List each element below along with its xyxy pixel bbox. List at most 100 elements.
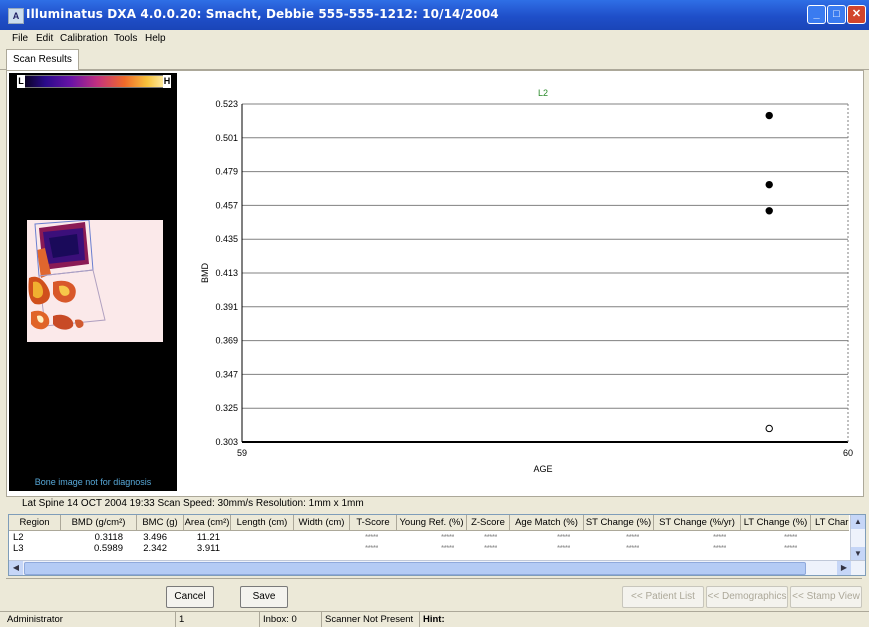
color-scale-bar: L H [17,75,171,88]
data-point [765,180,773,189]
data-point [765,207,773,215]
column-header[interactable]: T-Score [350,515,397,530]
scale-high-label: H [163,75,171,88]
column-header[interactable]: Width (cm) [294,515,350,530]
cell-bmc: 3.496 [143,532,167,543]
title-bar: A Illuminatus DXA 4.0.0.20: Smacht, Debb… [0,0,869,30]
cell-bmd: 0.5989 [93,543,123,554]
results-table: Region BMD (g/cm²) BMC (g) Area (cm²) Le… [8,514,866,576]
save-button[interactable]: Save [240,586,288,608]
patient-list-button[interactable]: << Patient List [622,586,704,608]
cell-age-match: ***** [557,544,571,553]
table-row[interactable]: L3 0.5989 2.342 3.911 ***** ***** ***** … [9,543,849,554]
y-tick-label: 0.435 [215,234,238,244]
x-tick-label: 59 [237,448,247,458]
scroll-left-arrow-icon[interactable]: ◀ [9,561,23,575]
scroll-down-arrow-icon[interactable]: ▼ [851,547,865,561]
bone-scan-image[interactable] [27,219,163,342]
y-axis-label: BMD [200,263,210,284]
cell-age-match: ***** [557,533,571,542]
window-title: Illuminatus DXA 4.0.0.20: Smacht, Debbie… [26,7,499,21]
column-header[interactable]: ST Change (%/yr) [654,515,741,530]
y-tick-label: 0.391 [215,302,238,312]
column-header[interactable]: LT Char [811,515,849,530]
stamp-view-button[interactable]: << Stamp View [790,586,862,608]
y-tick-label: 0.457 [215,200,238,210]
scale-low-label: L [17,75,25,88]
x-axis-label: AGE [533,464,552,474]
cell-area: 11.21 [196,532,220,543]
cell-bmd: 0.3118 [94,532,123,543]
horizontal-scrollbar[interactable]: ◀ ▶ [9,560,865,575]
bmd-chart: 0.523 0.501 0.479 0.457 0.435 0.413 0.391 0.369… [180,78,860,488]
scroll-right-arrow-icon[interactable]: ▶ [837,561,851,575]
x-tick-label: 60 [843,448,853,458]
column-header[interactable]: Young Ref. (%) [397,515,467,530]
app-icon: A [8,8,24,24]
cell-region: L2 [13,532,24,543]
cell-young-ref: ***** [441,533,455,542]
menu-file[interactable]: File [12,33,28,44]
vertical-scrollbar[interactable]: ▲ ▼ [850,515,865,561]
y-tick-label: 0.523 [215,99,238,109]
table-header: Region BMD (g/cm²) BMC (g) Area (cm²) Le… [9,515,849,531]
scroll-up-arrow-icon[interactable]: ▲ [851,515,865,529]
demographics-button[interactable]: << Demographics [706,586,788,608]
status-user: Administrator [4,612,176,627]
cell-t-score: ***** [365,533,379,542]
y-tick-label: 0.369 [215,336,238,346]
cell-z-score: ***** [484,544,498,553]
cancel-button[interactable]: Cancel [166,586,214,608]
cell-bmc: 2.342 [143,543,167,554]
minimize-button[interactable]: _ [807,5,826,24]
table-row[interactable]: L2 0.3118 3.496 11.21 ***** ***** ***** … [9,532,849,543]
column-header[interactable]: ST Change (%) [584,515,654,530]
column-header[interactable]: Region [9,515,61,530]
menu-calibration[interactable]: Calibration [60,33,108,44]
y-tick-label: 0.325 [215,403,238,413]
horizontal-scroll-thumb[interactable] [24,562,806,575]
chart-title: L2 [538,88,548,98]
close-button[interactable]: ✕ [847,5,866,24]
column-header[interactable]: Area (cm²) [184,515,231,530]
status-hint: Hint: [423,614,445,625]
status-count: 1 [176,612,260,627]
column-header[interactable]: Length (cm) [231,515,294,530]
cell-region: L3 [13,543,24,554]
y-tick-label: 0.303 [215,437,238,447]
menu-bar: File Edit Calibration Tools Help [0,30,869,47]
cell-st-change-yr: ***** [713,544,727,553]
tab-scan-results[interactable]: Scan Results [6,49,79,70]
cell-st-change: ***** [626,544,640,553]
y-tick-label: 0.347 [215,369,238,379]
cell-st-change: ***** [626,533,640,542]
cell-young-ref: ***** [441,544,455,553]
cell-z-score: ***** [484,533,498,542]
bone-image-note: Bone image not for diagnosis [34,477,152,487]
y-tick-label: 0.479 [215,167,238,177]
data-point [765,424,773,433]
chart-svg: 0.523 0.501 0.479 0.457 0.435 0.413 0.391 0.369… [200,88,853,474]
cell-lt-change: ***** [784,533,798,542]
data-point [765,111,773,120]
column-header[interactable]: Age Match (%) [510,515,584,530]
status-scanner: Scanner Not Present [322,612,420,627]
cell-t-score: ***** [365,544,379,553]
column-header[interactable]: Z-Score [467,515,510,530]
status-inbox: Inbox: 0 [260,612,322,627]
column-header[interactable]: BMC (g) [137,515,184,530]
y-tick-label: 0.501 [215,133,238,143]
menu-edit[interactable]: Edit [36,33,53,44]
y-tick-label: 0.413 [215,268,238,278]
status-bar: Administrator 1 Inbox: 0 Scanner Not Pre… [0,611,869,627]
scan-info: Lat Spine 14 OCT 2004 19:33 Scan Speed: … [22,498,364,509]
bone-image-panel: L H Bone image not for diagnosis [9,73,177,491]
column-header[interactable]: BMD (g/cm²) [61,515,137,530]
column-header[interactable]: LT Change (%) [741,515,811,530]
cell-area: 3.911 [196,543,220,554]
menu-help[interactable]: Help [145,33,166,44]
cell-lt-change: ***** [784,544,798,553]
menu-tools[interactable]: Tools [114,33,137,44]
tab-strip: Scan Results [0,47,869,70]
maximize-button[interactable]: □ [827,5,846,24]
